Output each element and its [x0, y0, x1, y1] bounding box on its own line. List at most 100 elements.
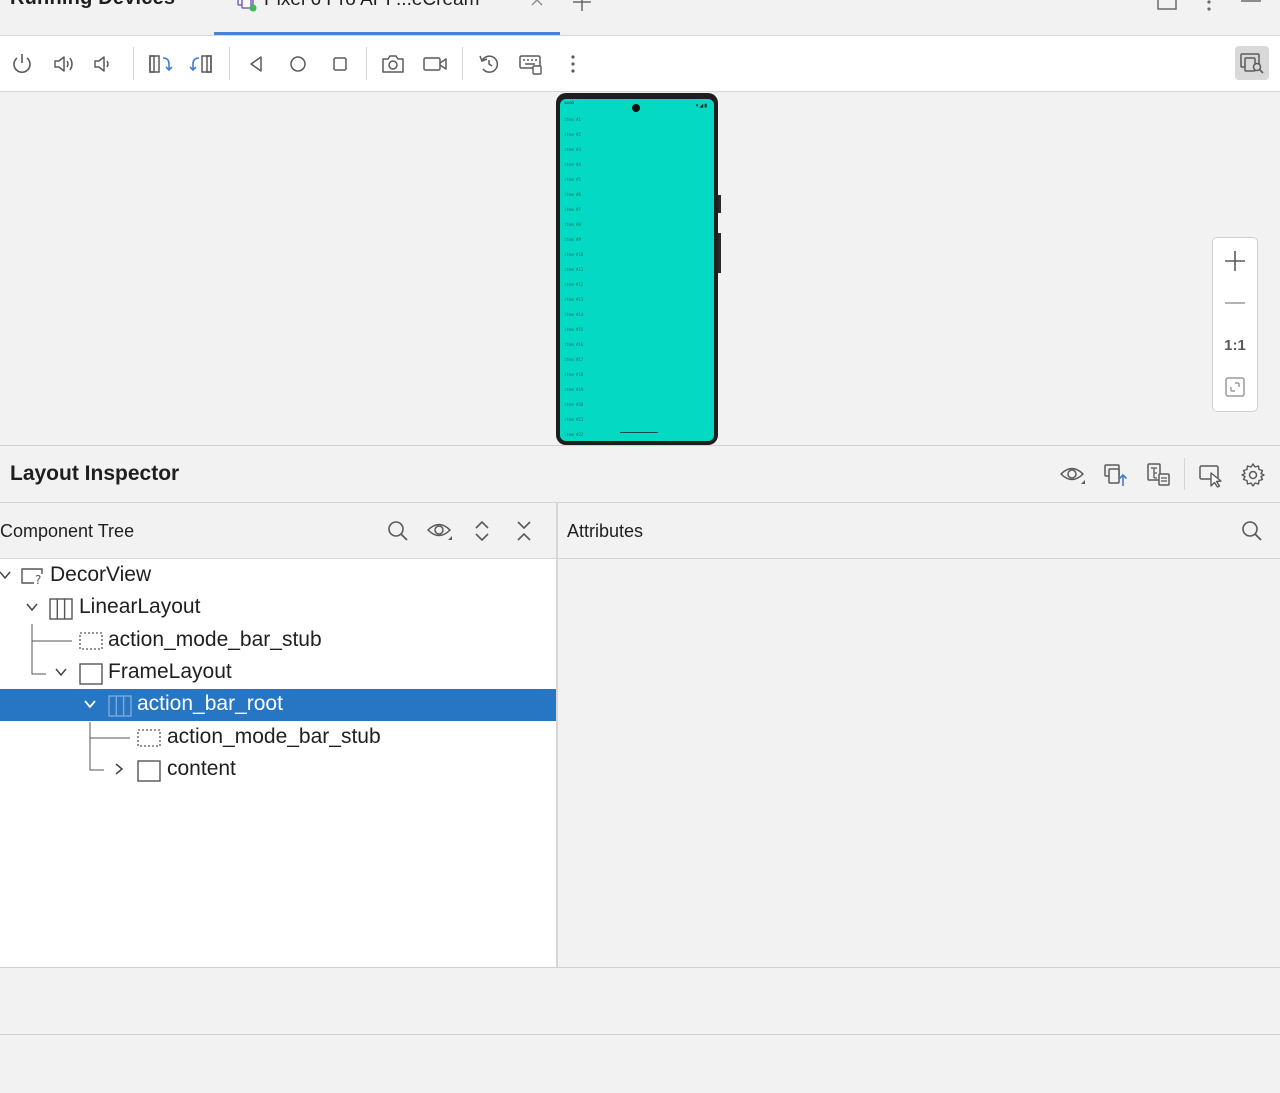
tree-node-label: FrameLayout: [108, 660, 232, 683]
layout-inspector-title: Layout Inspector: [10, 462, 180, 485]
toggle-layout-inspector-icon[interactable]: [1235, 46, 1269, 80]
export-snapshot-icon[interactable]: [1102, 461, 1130, 489]
power-icon[interactable]: [8, 50, 36, 78]
tool-window-header: Running Devices Pixel 6 Pro API ...eCrea…: [0, 0, 1280, 36]
device-frame[interactable]: 10:03 ▾◢▮ item #1 item #2 item #3 item #4 it…: [556, 93, 721, 445]
linear-layout-icon: [108, 695, 132, 717]
close-tab-icon[interactable]: [528, 0, 546, 9]
device-screen[interactable]: 10:03 ▾◢▮ item #1 item #2 item #3 item #4 it…: [560, 99, 714, 441]
add-tab-icon[interactable]: [571, 0, 593, 13]
device-running-icon: [236, 0, 258, 14]
settings-gear-icon[interactable]: [1239, 461, 1267, 489]
svg-text:?: ?: [35, 573, 41, 586]
status-bar-icons: ▾◢▮: [695, 103, 708, 109]
tree-node-action-bar-root[interactable]: action_bar_root: [0, 689, 556, 721]
view-stub-icon: [79, 631, 103, 651]
view-stub-icon: [137, 728, 161, 748]
tree-node-framelayout[interactable]: FrameLayout: [0, 657, 556, 689]
attributes-header: Attributes: [558, 503, 1280, 559]
collapse-all-icon[interactable]: [510, 517, 538, 545]
app-list-item[interactable]: item #21: [564, 417, 583, 422]
tree-layers-icon[interactable]: [1145, 461, 1173, 489]
screenshot-icon[interactable]: [379, 50, 407, 78]
app-list-item[interactable]: item #11: [564, 267, 583, 272]
app-list-item[interactable]: item #2: [564, 132, 581, 137]
component-tree-header: Component Tree: [0, 503, 556, 559]
app-list-item[interactable]: item #4: [564, 162, 581, 167]
volume-up-icon[interactable]: [50, 50, 78, 78]
app-list-item[interactable]: item #7: [564, 207, 581, 212]
app-list-item[interactable]: item #18: [564, 372, 583, 377]
search-icon[interactable]: [384, 517, 412, 545]
view-options-icon[interactable]: [1059, 461, 1087, 489]
app-list-item[interactable]: item #9: [564, 237, 581, 242]
app-list-item[interactable]: item #5: [564, 177, 581, 182]
app-list-item[interactable]: item #1: [564, 117, 581, 122]
back-icon[interactable]: [242, 50, 270, 78]
zoom-to-fit-icon[interactable]: [1213, 366, 1257, 408]
rotate-left-icon[interactable]: [146, 50, 174, 78]
toolbar-separator: [229, 47, 230, 80]
app-list-item[interactable]: item #12: [564, 282, 583, 287]
zoom-controls: 1:1: [1212, 237, 1258, 412]
zoom-out-icon[interactable]: [1213, 282, 1257, 324]
device-volume-button: [718, 233, 721, 273]
app-list-item[interactable]: item #17: [564, 357, 583, 362]
tree-node-linearlayout[interactable]: LinearLayout: [0, 592, 556, 624]
overview-icon[interactable]: [326, 50, 354, 78]
chevron-down-icon[interactable]: [83, 697, 97, 711]
tree-node-label: action_mode_bar_stub: [108, 628, 322, 651]
zoom-in-icon[interactable]: [1213, 240, 1257, 282]
keyboard-input-icon[interactable]: [517, 50, 545, 78]
device-tab-label: Pixel 6 Pro API ...eCream: [264, 0, 479, 11]
chevron-down-icon[interactable]: [25, 600, 39, 614]
app-list-item[interactable]: item #13: [564, 297, 583, 302]
screen-record-icon[interactable]: [421, 50, 449, 78]
tree-node-label: DecorView: [50, 563, 152, 586]
app-list-item[interactable]: item #3: [564, 147, 581, 152]
tree-node-action-mode-bar-stub[interactable]: action_mode_bar_stub: [0, 625, 556, 657]
minimize-icon[interactable]: [1240, 0, 1262, 13]
volume-down-icon[interactable]: [90, 50, 118, 78]
chevron-down-icon[interactable]: [54, 665, 68, 679]
status-area: [0, 1034, 1280, 1093]
app-list-item[interactable]: item #14: [564, 312, 583, 317]
tree-node-content[interactable]: content: [0, 754, 556, 786]
select-element-icon[interactable]: [1197, 461, 1225, 489]
attributes-search-icon[interactable]: [1238, 517, 1266, 545]
front-camera: [632, 104, 640, 112]
app-list-item[interactable]: item #6: [564, 192, 581, 197]
tree-node-label: action_mode_bar_stub: [167, 725, 381, 748]
toolbar-separator: [462, 47, 463, 80]
reset-rotation-icon[interactable]: [475, 50, 503, 78]
chevron-down-icon[interactable]: [0, 568, 12, 582]
toolbar-separator: [133, 47, 134, 80]
tree-view-options-icon[interactable]: [426, 517, 454, 545]
tree-node-label: content: [167, 757, 236, 780]
app-list-item[interactable]: item #22: [564, 432, 583, 437]
tree-node-label: LinearLayout: [79, 595, 201, 618]
home-icon[interactable]: [284, 50, 312, 78]
attributes-title: Attributes: [567, 521, 644, 541]
more-options-icon[interactable]: [1198, 0, 1220, 13]
frame-layout-icon: [137, 760, 161, 782]
more-actions-icon[interactable]: [559, 50, 587, 78]
app-list-item[interactable]: item #15: [564, 327, 583, 332]
rotate-right-icon[interactable]: [188, 50, 216, 78]
app-list-item[interactable]: item #16: [564, 342, 583, 347]
zoom-actual-size-button[interactable]: 1:1: [1213, 324, 1257, 366]
device-tab[interactable]: Pixel 6 Pro API ...eCream: [214, 0, 560, 35]
tree-node-decorview[interactable]: ? DecorView: [0, 560, 556, 592]
linear-layout-icon: [49, 598, 73, 620]
app-list-item[interactable]: item #8: [564, 222, 581, 227]
app-list-item[interactable]: item #19: [564, 387, 583, 392]
maximize-icon[interactable]: [1156, 0, 1178, 13]
tree-node-action-mode-bar-stub[interactable]: action_mode_bar_stub: [0, 722, 556, 754]
expand-all-icon[interactable]: [468, 517, 496, 545]
component-tree: ? DecorView LinearLayout action_mode_bar…: [0, 559, 556, 967]
app-list-item[interactable]: item #10: [564, 252, 583, 257]
active-tab-indicator: [214, 32, 560, 35]
chevron-right-icon[interactable]: [112, 762, 126, 776]
attributes-panel: [558, 559, 1280, 967]
app-list-item[interactable]: item #20: [564, 402, 583, 407]
